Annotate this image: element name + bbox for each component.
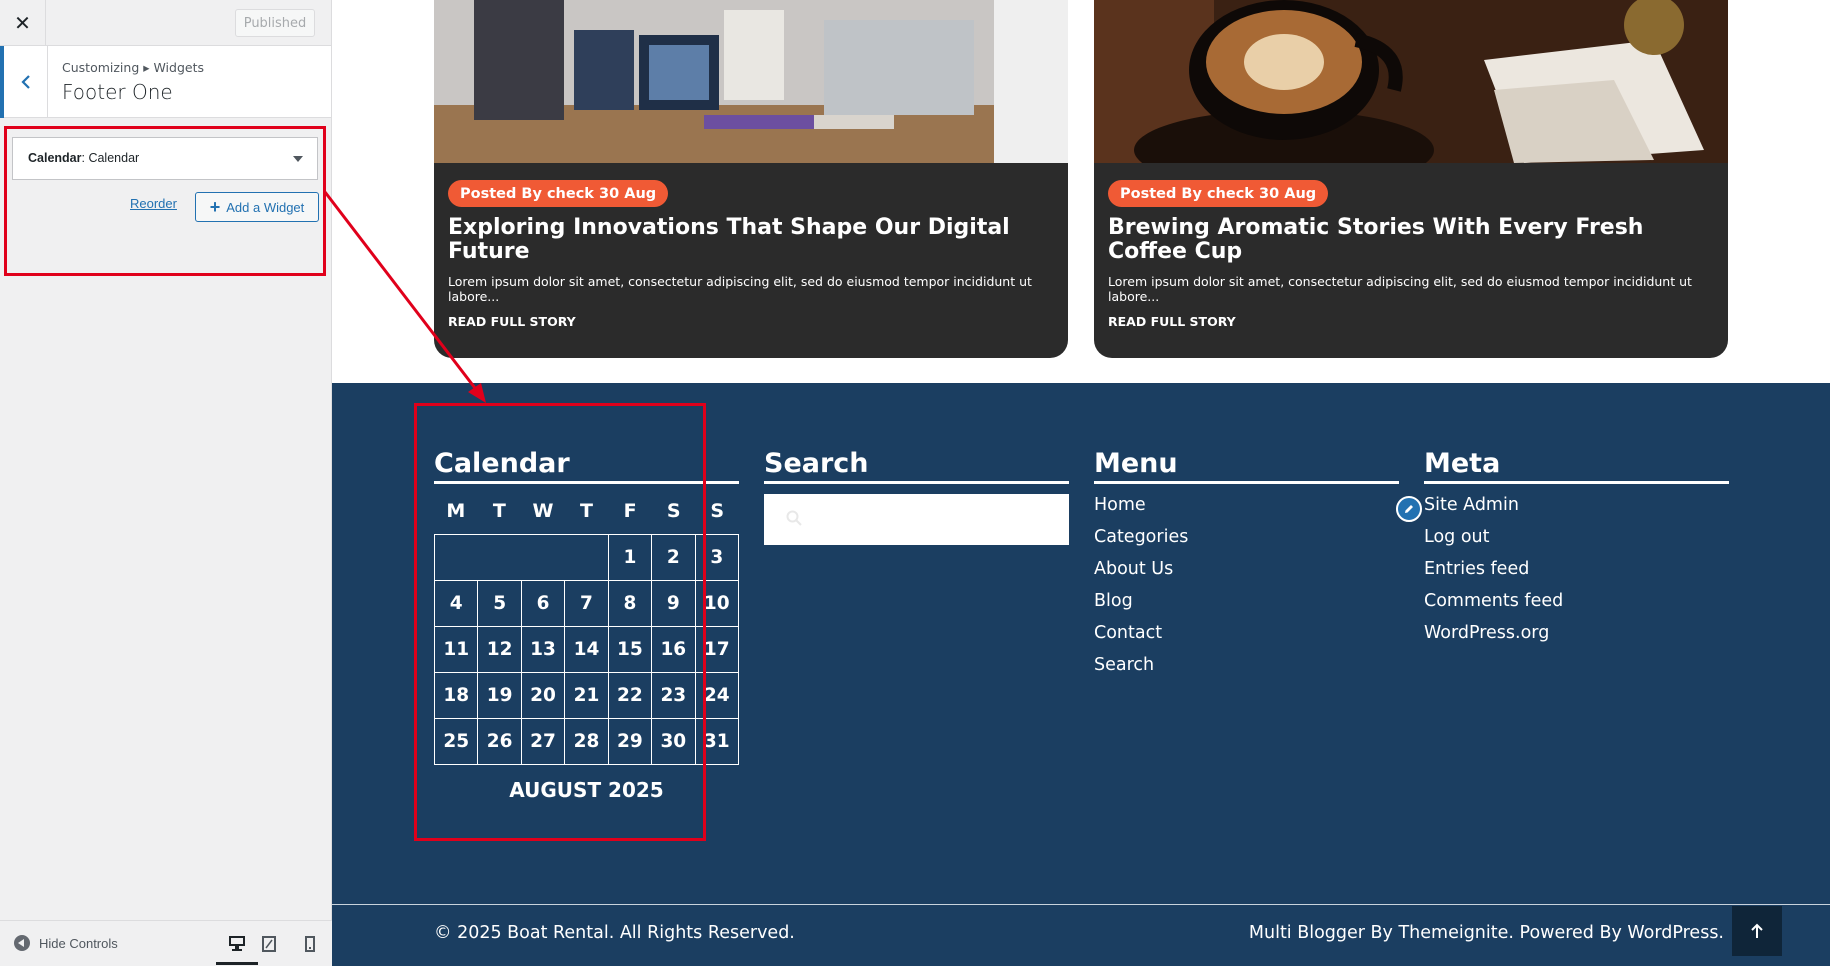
credits-text[interactable]: Multi Blogger By Themeignite. Powered By…	[1249, 923, 1724, 943]
menu-item-search[interactable]: Search	[1094, 654, 1399, 686]
breadcrumb: Customizing ▸ Widgets	[62, 60, 205, 75]
menu-item-blog[interactable]: Blog	[1094, 590, 1399, 622]
close-icon[interactable]: ✕	[0, 0, 46, 46]
meta-item-log-out[interactable]: Log out	[1424, 526, 1729, 558]
meta-title: Meta	[1424, 446, 1729, 484]
copyright-text: © 2025 Boat Rental. All Rights Reserved.	[434, 923, 795, 943]
post-meta-badge[interactable]: Posted By check 30 Aug	[1108, 180, 1329, 207]
highlight-box-widget-panel	[4, 126, 326, 276]
menu-item-categories[interactable]: Categories	[1094, 526, 1399, 558]
search-title: Search	[764, 446, 1069, 484]
menu-item-contact[interactable]: Contact	[1094, 622, 1399, 654]
mobile-preview-button[interactable]	[299, 933, 321, 955]
site-preview: Posted By check 30 Aug Exploring Innovat…	[332, 0, 1846, 966]
back-to-top-button[interactable]	[1732, 906, 1782, 956]
post-title[interactable]: Exploring Innovations That Shape Our Dig…	[448, 216, 1048, 264]
hide-controls-label: Hide Controls	[39, 935, 118, 951]
meta-item-site-admin[interactable]: Site Admin	[1424, 494, 1729, 526]
hide-controls-button[interactable]: Hide Controls	[14, 935, 118, 951]
tablet-icon	[262, 936, 276, 952]
published-button[interactable]: Published	[235, 9, 315, 37]
read-more-link[interactable]: READ FULL STORY	[448, 314, 576, 329]
post-image-coffee[interactable]	[1094, 0, 1728, 163]
chevron-left-icon	[20, 75, 30, 89]
post-excerpt: Lorem ipsum dolor sit amet, consectetur …	[1108, 274, 1692, 304]
search-box	[764, 494, 1069, 545]
meta-item-comments-feed[interactable]: Comments feed	[1424, 590, 1729, 622]
post-meta-badge[interactable]: Posted By check 30 Aug	[448, 180, 669, 207]
search-input[interactable]	[812, 504, 1046, 534]
highlight-box-calendar	[414, 403, 706, 841]
read-more-link[interactable]: READ FULL STORY	[1108, 314, 1236, 329]
footer-divider	[332, 904, 1830, 905]
menu-widget: Menu Home Categories About Us Blog Conta…	[1094, 446, 1399, 686]
post-title[interactable]: Brewing Aromatic Stories With Every Fres…	[1108, 216, 1708, 264]
desktop-icon	[229, 936, 245, 951]
arrow-up-icon	[1751, 923, 1763, 938]
meta-item-wordpress[interactable]: WordPress.org	[1424, 622, 1729, 654]
meta-widget: Meta Site Admin Log out Entries feed Com…	[1424, 446, 1729, 654]
menu-list: Home Categories About Us Blog Contact Se…	[1094, 494, 1399, 686]
post-card[interactable]: Posted By check 30 Aug Brewing Aromatic …	[1094, 0, 1728, 358]
section-header: Customizing ▸ Widgets Footer One	[0, 46, 331, 118]
mobile-icon	[305, 936, 315, 952]
back-button[interactable]	[0, 46, 48, 118]
menu-item-about[interactable]: About Us	[1094, 558, 1399, 590]
desktop-preview-button[interactable]	[216, 931, 258, 965]
menu-item-home[interactable]: Home	[1094, 494, 1399, 526]
meta-item-entries-feed[interactable]: Entries feed	[1424, 558, 1729, 590]
coffee-photo	[1094, 0, 1728, 163]
post-image-office[interactable]	[434, 0, 1068, 163]
search-icon[interactable]	[786, 510, 802, 526]
office-photo	[434, 0, 1068, 163]
customizer-footer: Hide Controls	[0, 920, 332, 966]
customizer-sidebar: ✕ Published Customizing ▸ Widgets Footer…	[0, 0, 332, 966]
post-card[interactable]: Posted By check 30 Aug Exploring Innovat…	[434, 0, 1068, 358]
edit-shortcut-pencil-icon[interactable]	[1396, 496, 1422, 522]
meta-list: Site Admin Log out Entries feed Comments…	[1424, 494, 1729, 654]
customizer-header: ✕ Published	[0, 0, 331, 46]
search-widget: Search	[764, 446, 1069, 545]
tablet-preview-button[interactable]	[258, 933, 280, 955]
post-excerpt: Lorem ipsum dolor sit amet, consectetur …	[448, 274, 1032, 304]
menu-title: Menu	[1094, 446, 1399, 484]
section-title: Footer One	[62, 80, 173, 104]
collapse-arrow-icon	[14, 935, 30, 951]
